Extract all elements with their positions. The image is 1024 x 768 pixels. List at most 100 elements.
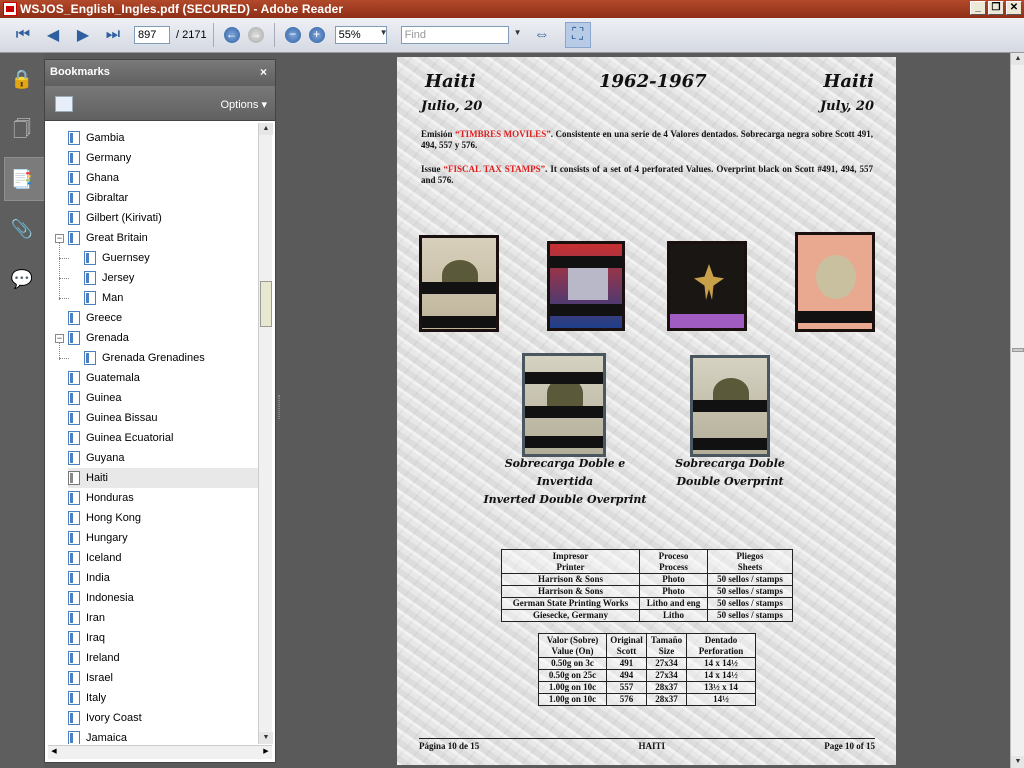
scroll-thumb[interactable] [1012,348,1024,352]
bookmark-item[interactable]: Guatemala [68,368,140,388]
window-title: WSJOS_English_Ingles.pdf (SECURED) - Ado… [20,2,344,16]
scroll-right-icon[interactable]: ▶ [260,746,272,758]
bookmark-label: Grenada [86,332,129,344]
bookmark-item[interactable]: Iceland [68,548,121,568]
bookmark-item[interactable]: Hong Kong [68,508,141,528]
bookmarks-horizontal-scrollbar[interactable]: ◀ ▶ [48,745,272,759]
bookmark-label: Gilbert (Kirivati) [86,212,162,224]
bookmarks-icon[interactable]: 📑 [10,167,34,191]
last-page-icon[interactable]: ⏭ [102,24,124,46]
table-cell: 28x37 [646,693,687,706]
pages-icon[interactable]: 🗍 [10,117,34,141]
tree-line [59,358,69,359]
values-table: Valor (Sobre) Value (On) Original Scott Ta… [538,633,756,706]
bookmark-item[interactable]: Indonesia [68,588,134,608]
overprint-bar [693,400,767,412]
bookmark-item[interactable]: Gambia [68,128,125,148]
footer-center: HAITI [638,741,666,751]
collapse-toggle-icon[interactable]: − [55,234,64,243]
bookmark-item[interactable]: Guinea [68,388,121,408]
header-line: Printer [556,561,585,572]
overprint-bar [525,372,603,384]
navigation-rail: 🔒 🗍 📑 📎 💬 [0,53,44,768]
table-cell: Harrison & Sons [501,573,640,586]
options-menu[interactable]: Options ▾ [221,98,268,111]
bookmark-item[interactable]: Guinea Ecuatorial [68,428,173,448]
bookmark-item[interactable]: Israel [68,668,113,688]
scroll-down-icon[interactable]: ▼ [1011,756,1024,768]
minimize-button[interactable]: _ [970,1,986,15]
chevron-down-icon[interactable]: ▼ [380,28,388,37]
bookmark-icon [68,611,80,625]
collapse-toggle-icon[interactable]: − [55,334,64,343]
stamp-image [667,241,747,331]
bookmark-item[interactable]: Guyana [68,448,125,468]
stamp-image [522,353,606,457]
table-header: Impresor Printer [501,549,640,574]
bookmark-label: Guyana [86,452,125,464]
first-page-icon[interactable]: ⏮ [12,24,34,46]
chevron-down-icon[interactable]: ▼ [514,28,522,37]
comments-icon[interactable]: 💬 [10,267,34,291]
bookmark-item[interactable]: Guernsey [84,248,150,268]
zoom-select[interactable]: 55% ▼ [334,26,388,44]
bookmark-item[interactable]: Honduras [68,488,134,508]
bookmark-item[interactable]: Grenada [68,328,129,348]
bookmark-item[interactable]: Gilbert (Kirivati) [68,208,162,228]
bookmark-options-icon[interactable] [55,96,73,112]
bookmark-item[interactable]: India [68,568,110,588]
bookmark-label: Iceland [86,552,122,564]
bookmark-item[interactable]: Germany [68,148,131,168]
bookmark-item[interactable]: Hungary [68,528,128,548]
table-cell: 494 [606,669,647,682]
lock-icon[interactable]: 🔒 [10,67,34,91]
zoom-value: 55% [338,29,361,41]
bookmark-item[interactable]: Italy [68,688,106,708]
scroll-thumb[interactable] [260,281,272,327]
restore-button[interactable]: ❐ [988,1,1004,15]
bookmark-item[interactable]: Ireland [68,648,120,668]
bookmark-label: Honduras [86,492,134,504]
scroll-up-icon[interactable]: ▲ [259,123,273,135]
scroll-up-icon[interactable]: ▲ [1011,53,1024,65]
bookmark-item[interactable]: Ivory Coast [68,708,142,728]
bookmark-item[interactable]: Great Britain [68,228,148,248]
bookmark-item[interactable]: Jersey [84,268,134,288]
table-header: Original Scott [606,633,647,658]
bookmark-label: Germany [86,152,132,164]
scroll-down-icon[interactable]: ▼ [259,732,273,744]
zoom-in-icon[interactable]: + [308,27,325,43]
close-window-button[interactable]: ✕ [1006,1,1022,15]
bookmark-item[interactable]: Grenada Grenadines [84,348,205,368]
forward-view-icon[interactable]: → [247,27,264,43]
page-number-input[interactable]: 897 [134,26,170,44]
bookmark-item[interactable]: Jamaica [68,728,127,744]
bookmark-item[interactable]: Guinea Bissau [68,408,158,428]
options-label: Options [220,99,259,111]
header-line: Perforation [698,645,744,656]
bookmark-item-selected[interactable]: Haiti [68,468,258,488]
find-input[interactable]: Find ▼ [400,26,522,44]
bookmark-item[interactable]: Gibraltar [68,188,128,208]
bookmark-icon [68,731,80,744]
zoom-out-icon[interactable]: − [284,27,301,43]
bookmarks-scrollbar[interactable]: ▲ ▼ [258,123,273,744]
bookmark-item[interactable]: Iran [68,608,105,628]
previous-page-icon[interactable]: ◀ [42,24,64,46]
fit-page-icon[interactable]: ⛶ [564,22,591,48]
pdf-page: Haiti 1962-1967 Haiti Julio, 20 July, 20… [397,57,896,765]
scroll-left-icon[interactable]: ◀ [48,746,60,758]
attachments-icon[interactable]: 📎 [10,217,34,241]
close-panel-icon[interactable]: × [260,65,267,79]
document-scrollbar[interactable]: ▲ ▼ [1010,53,1024,768]
bookmark-item[interactable]: Ghana [68,168,119,188]
pdf-app-icon [3,2,17,16]
bookmark-icon [68,591,80,605]
table-row: German State Printing Works Litho and eng… [501,597,793,610]
bookmark-item[interactable]: Greece [68,308,122,328]
back-view-icon[interactable]: ← [223,27,240,43]
bookmark-item[interactable]: Iraq [68,628,105,648]
next-page-icon[interactable]: ▶ [72,24,94,46]
fit-width-icon[interactable]: ⇔ [529,22,555,48]
bookmark-item[interactable]: Man [84,288,123,308]
